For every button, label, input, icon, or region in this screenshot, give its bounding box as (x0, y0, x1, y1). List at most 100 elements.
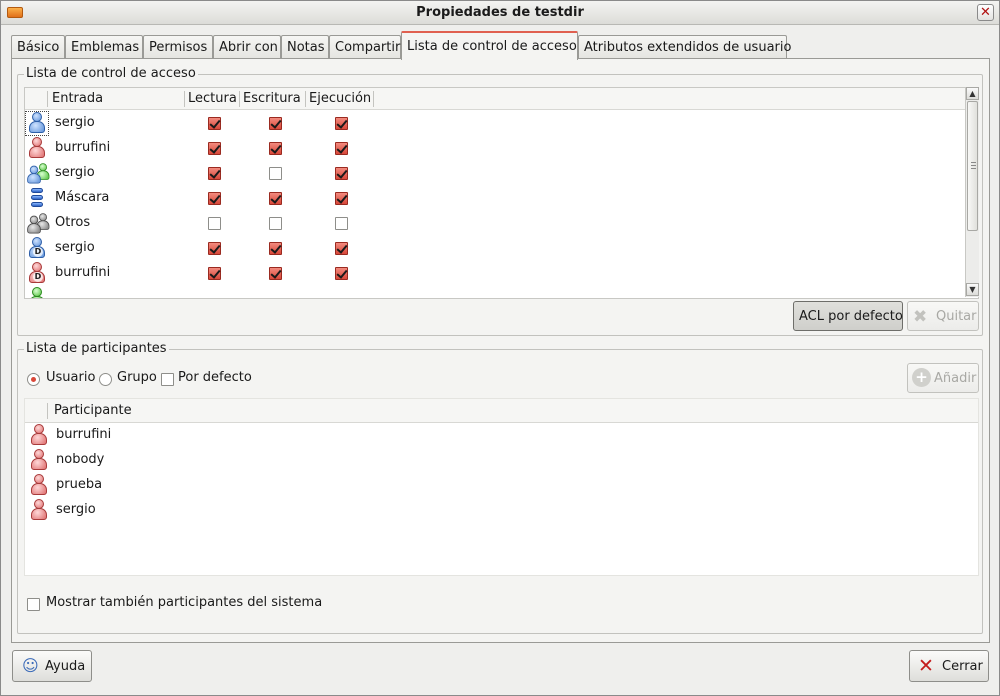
read-checkbox[interactable] (208, 192, 221, 205)
group-blue-icon (26, 165, 41, 185)
participant-name: prueba (56, 477, 103, 492)
column-separator (305, 91, 306, 107)
label-usuario[interactable]: Usuario (46, 370, 95, 385)
acl-frame: Lista de control de acceso Entrada Lectu… (17, 66, 983, 336)
column-separator (184, 91, 185, 107)
read-checkbox[interactable] (208, 217, 221, 230)
checkbox-por-defecto[interactable] (161, 373, 174, 386)
tab-compartir[interactable]: Compartir (329, 35, 401, 59)
user-blue-icon (28, 112, 46, 134)
participant-name: nobody (56, 452, 105, 467)
show-system-checkbox[interactable] (27, 598, 40, 611)
acl-column-header: Entrada Lectura Escritura Ejecución (25, 88, 978, 110)
write-checkbox[interactable] (269, 192, 282, 205)
exec-checkbox[interactable] (335, 167, 348, 180)
write-checkbox[interactable] (269, 217, 282, 230)
exec-checkbox[interactable] (335, 192, 348, 205)
acl-row[interactable]: Otros (25, 211, 978, 236)
acl-entry-name: burrufini (55, 140, 111, 155)
default-user-red-icon: D (28, 262, 46, 284)
participant-row[interactable]: prueba (25, 473, 978, 498)
scroll-up-icon[interactable]: ▲ (966, 87, 979, 100)
tab-acl[interactable]: Lista de control de acceso (401, 31, 578, 60)
show-system-label[interactable]: Mostrar también participantes del sistem… (46, 595, 322, 610)
add-button[interactable]: + Añadir (907, 363, 979, 393)
acl-row[interactable]: D sergio (25, 236, 978, 261)
scroll-down-icon[interactable]: ▼ (966, 283, 979, 296)
acl-entry-name: Máscara (55, 190, 110, 205)
tab-abrir-con[interactable]: Abrir con (213, 35, 281, 59)
acl-row[interactable]: sergio (25, 111, 978, 136)
column-participante[interactable]: Participante (54, 403, 132, 418)
others-icon (26, 215, 41, 235)
remove-icon: ✖ (913, 307, 928, 327)
acl-frame-label: Lista de control de acceso (24, 66, 198, 81)
write-checkbox[interactable] (269, 167, 282, 180)
write-checkbox[interactable] (269, 242, 282, 255)
write-checkbox[interactable] (269, 117, 282, 130)
participant-row[interactable]: burrufini (25, 423, 978, 448)
help-icon: ☺ (22, 656, 39, 675)
column-entrada[interactable]: Entrada (52, 91, 103, 106)
tab-notas[interactable]: Notas (281, 35, 329, 59)
default-acl-label: ACL por defecto (799, 309, 903, 324)
read-checkbox[interactable] (208, 167, 221, 180)
acl-row[interactable]: sergio (25, 161, 978, 186)
add-label: Añadir (934, 371, 977, 386)
close-button[interactable]: ✕ Cerrar (909, 650, 989, 682)
window-title: Propiedades de testdir (416, 5, 584, 20)
write-checkbox[interactable] (269, 142, 282, 155)
user-red-icon (30, 474, 48, 496)
help-label: Ayuda (45, 659, 86, 674)
acl-row[interactable]: D burrufini (25, 261, 978, 286)
tab-content: Lista de control de acceso Entrada Lectu… (11, 58, 990, 643)
column-separator (239, 91, 240, 107)
acl-row[interactable]: Máscara (25, 186, 978, 211)
tab-permisos[interactable]: Permisos (143, 35, 213, 59)
participants-list[interactable]: Participante burrufini nobody prueba ser… (24, 398, 979, 576)
read-checkbox[interactable] (208, 142, 221, 155)
participant-name: burrufini (56, 427, 112, 442)
user-red-icon (30, 449, 48, 471)
exec-checkbox[interactable] (335, 142, 348, 155)
column-lectura[interactable]: Lectura (188, 91, 237, 106)
exec-checkbox[interactable] (335, 242, 348, 255)
window-close-button[interactable]: ✕ (977, 4, 994, 21)
radio-grupo[interactable] (99, 373, 112, 386)
read-checkbox[interactable] (208, 117, 221, 130)
participants-column-header: Participante (25, 399, 978, 423)
title-bar[interactable]: Propiedades de testdir ✕ (1, 1, 999, 25)
participant-row[interactable]: nobody (25, 448, 978, 473)
tab-atributos[interactable]: Atributos extendidos de usuario (578, 35, 791, 59)
mask-icon (29, 187, 45, 209)
scroll-thumb[interactable] (967, 101, 978, 231)
acl-list[interactable]: Entrada Lectura Escritura Ejecución serg… (24, 87, 979, 299)
radio-usuario[interactable] (27, 373, 40, 386)
read-checkbox[interactable] (208, 242, 221, 255)
column-escritura[interactable]: Escritura (243, 91, 301, 106)
tab-basico[interactable]: Básico (11, 35, 65, 59)
acl-entry-name: Otros (55, 215, 91, 230)
participant-name: sergio (56, 502, 96, 517)
remove-button[interactable]: ✖ Quitar (907, 301, 979, 331)
user-red-icon (30, 499, 48, 521)
column-ejecucion[interactable]: Ejecución (309, 91, 371, 106)
label-grupo[interactable]: Grupo (117, 370, 157, 385)
participant-row[interactable]: sergio (25, 498, 978, 523)
column-separator (47, 403, 48, 419)
acl-entry-name: sergio (55, 240, 95, 255)
write-checkbox[interactable] (269, 267, 282, 280)
user-red-icon (30, 424, 48, 446)
exec-checkbox[interactable] (335, 217, 348, 230)
exec-checkbox[interactable] (335, 117, 348, 130)
tab-emblemas[interactable]: Emblemas (65, 35, 143, 59)
acl-row[interactable]: burrufini (25, 136, 978, 161)
participants-frame: Lista de participantes Usuario Grupo Por… (17, 341, 983, 634)
help-button[interactable]: ☺ Ayuda (12, 650, 92, 682)
default-acl-button[interactable]: ACL por defecto (793, 301, 903, 331)
exec-checkbox[interactable] (335, 267, 348, 280)
acl-row-partial[interactable] (25, 286, 978, 298)
read-checkbox[interactable] (208, 267, 221, 280)
label-por-defecto[interactable]: Por defecto (178, 370, 252, 385)
acl-scrollbar[interactable]: ▲ ▼ (965, 87, 979, 297)
